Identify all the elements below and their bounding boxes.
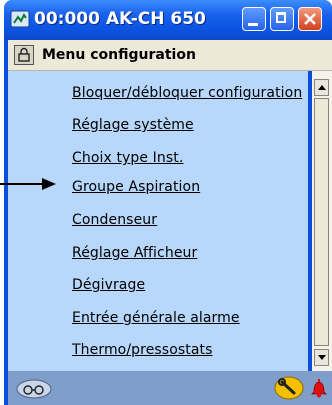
close-icon (304, 13, 316, 25)
network-controller-icon (10, 10, 30, 28)
close-button[interactable] (298, 7, 322, 31)
menu-header: Menu configuration (8, 40, 332, 71)
menu-list: Bloquer/débloquer configuration Réglage … (8, 71, 308, 371)
menu-item-reglage-afficheur[interactable]: Réglage Afficheur (72, 245, 197, 261)
menu-item-degivrage[interactable]: Dégivrage (72, 277, 145, 293)
minimize-button[interactable] (242, 7, 266, 31)
alarm-bell-icon[interactable] (311, 378, 327, 398)
glasses-icon[interactable] (16, 379, 52, 399)
menu-item-choix-type-inst[interactable]: Choix type Inst. (72, 150, 183, 166)
scroll-down-button[interactable] (314, 349, 329, 366)
menu-item-entree-generale-alarme[interactable]: Entrée générale alarme (72, 310, 240, 326)
menu-item-thermo-pressostats[interactable]: Thermo/pressostats (72, 342, 213, 358)
scroll-thumb[interactable] (314, 98, 329, 346)
wrench-icon[interactable] (274, 376, 304, 400)
menu-item-bloquer-configuration[interactable]: Bloquer/débloquer configuration (72, 85, 302, 101)
menu-item-reglage-systeme[interactable]: Réglage système (72, 117, 194, 133)
arrow-right-icon (0, 178, 56, 190)
vertical-scrollbar[interactable] (312, 71, 332, 371)
title-bar[interactable]: 00:000 AK-CH 650 (4, 0, 332, 40)
lock-icon[interactable] (14, 45, 34, 65)
maximize-button[interactable] (270, 7, 294, 31)
menu-item-groupe-aspiration[interactable]: Groupe Aspiration (72, 179, 200, 195)
window-title: 00:000 AK-CH 650 (34, 9, 206, 29)
status-bar (8, 371, 332, 405)
scroll-up-button[interactable] (314, 79, 329, 96)
app-window: 00:000 AK-CH 650 Menu configuration Bloq… (4, 0, 332, 405)
menu-title: Menu configuration (42, 47, 196, 63)
menu-item-condenseur[interactable]: Condenseur (72, 212, 157, 228)
